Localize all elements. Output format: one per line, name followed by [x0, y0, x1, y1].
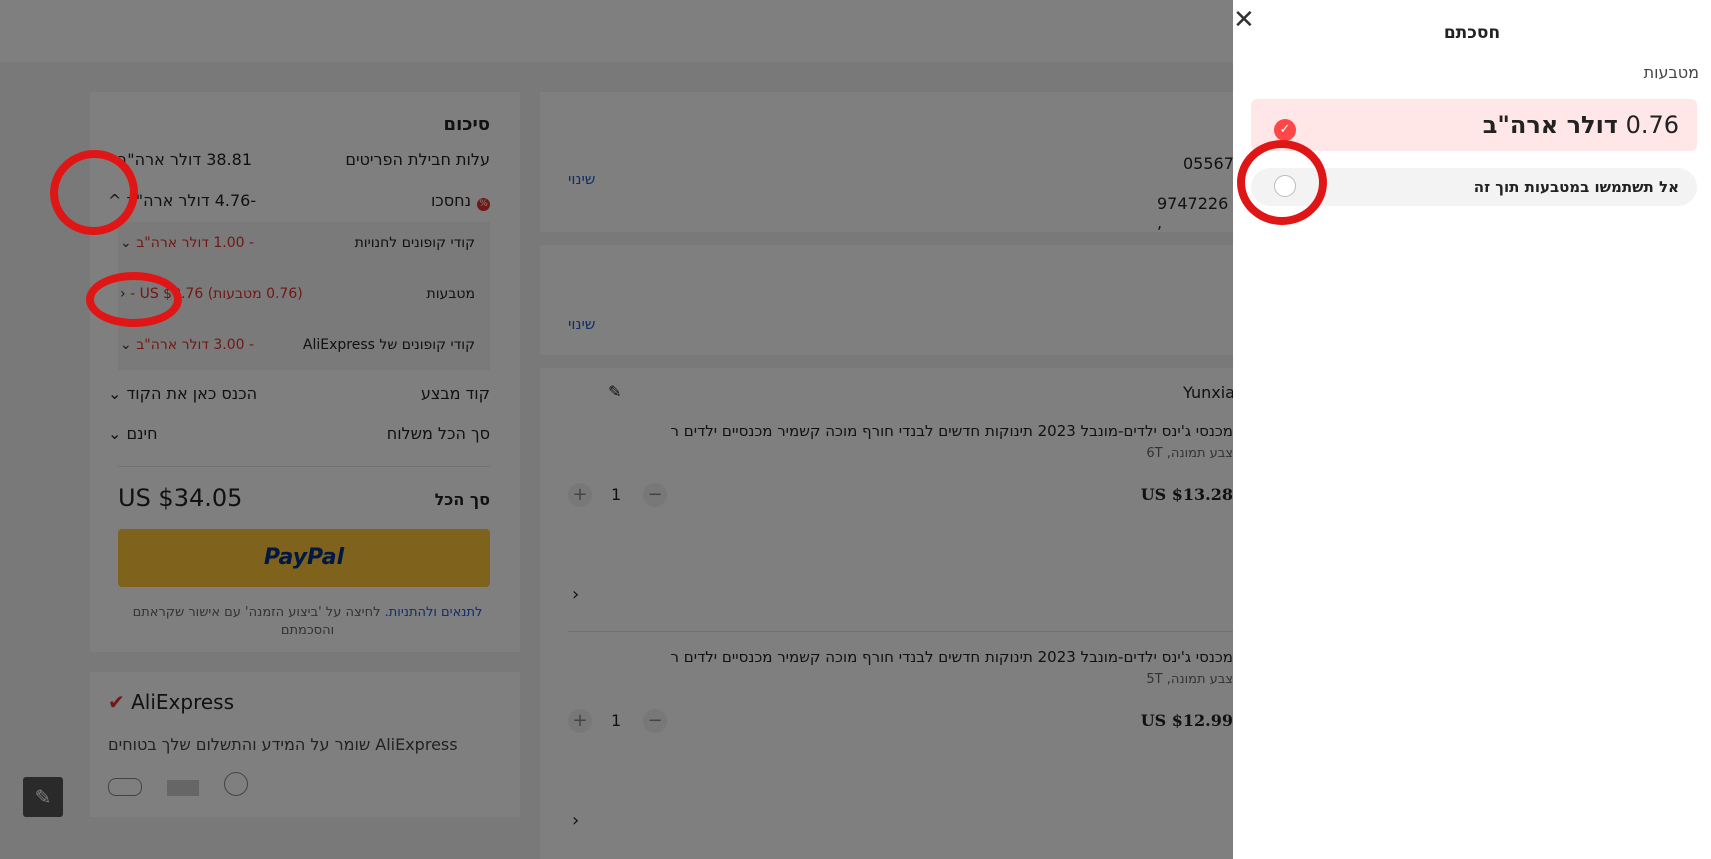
modal-overlay[interactable] [0, 0, 1233, 859]
annotation-circle [1237, 140, 1327, 225]
coins-option-none-label: אל תשתמשו במטבעות תוך זה [1473, 178, 1679, 196]
section-label: מטבעות [1643, 63, 1699, 82]
coins-option-selected[interactable]: 0.76 דולר ארה"ב ✓ [1251, 99, 1697, 151]
coins-option-amount: 0.76 דולר ארה"ב [1482, 111, 1679, 139]
annotation-circle [86, 272, 182, 327]
drawer-title: חסכתם [1443, 23, 1501, 43]
check-circle-icon: ✓ [1274, 119, 1296, 141]
coins-drawer: ✕ חסכתם מטבעות 0.76 דולר ארה"ב ✓ אל תשתמ… [1233, 0, 1711, 859]
